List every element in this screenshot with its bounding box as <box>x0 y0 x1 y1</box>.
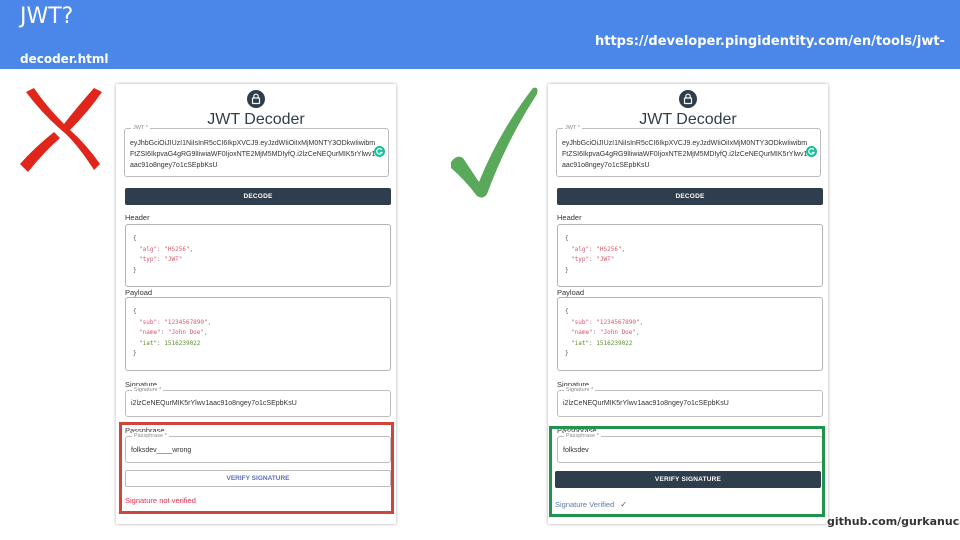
header-label: Header <box>125 213 150 222</box>
signature-legend: Signature * <box>132 386 164 394</box>
decode-button[interactable]: DECODE <box>557 188 823 205</box>
code-line: { <box>133 308 137 315</box>
code-line: "typ": "JWT" <box>139 256 183 263</box>
decode-button[interactable]: DECODE <box>125 188 391 205</box>
jwt-legend: JWT * <box>131 124 150 132</box>
code-line: "alg": "HS256", <box>139 245 194 253</box>
code-line: { <box>133 235 137 242</box>
code-line: "iat": 1516239022 <box>139 339 201 347</box>
code-line: "typ": "JWT" <box>571 256 615 263</box>
slide-subtitle: decoder.html <box>20 52 109 66</box>
code-line: } <box>133 350 137 357</box>
code-line: "name": "John Doe", <box>571 329 640 336</box>
author-credit: github.com/gurkanucar <box>827 515 960 528</box>
code-line: "alg": "HS256", <box>571 245 626 253</box>
code-line: "sub": "1234567890", <box>571 318 644 326</box>
code-line: "sub": "1234567890", <box>139 318 212 326</box>
jwt-value: eyJhbGciOiJIUzI1NiIsInR5cCI6IkpXVCJ9.eyJ… <box>562 140 808 169</box>
tool-url[interactable]: https://developer.pingidentity.com/en/to… <box>595 34 945 49</box>
signature-legend: Signature * <box>564 386 596 394</box>
payload-label: Payload <box>125 288 153 297</box>
signature-input[interactable]: Signature * i2lzCeNEQurMIK5rYlwv1aac91o8… <box>125 386 391 417</box>
grammarly-icon[interactable] <box>374 146 385 157</box>
title-banner: JWT? https://developer.pingidentity.com/… <box>0 0 960 69</box>
payload-label: Payload <box>557 288 585 297</box>
lock-icon <box>679 90 697 108</box>
success-highlight-box <box>549 426 825 517</box>
jwt-input[interactable]: JWT * eyJhbGciOiJIUzI1NiIsInR5cCI6IkpXVC… <box>124 124 389 177</box>
code-line: { <box>565 235 569 242</box>
failure-highlight-box <box>119 422 394 514</box>
code-line: "iat": 1516239022 <box>571 339 633 347</box>
code-line: } <box>565 350 569 357</box>
code-line: { <box>565 308 569 315</box>
jwt-value: eyJhbGciOiJIUzI1NiIsInR5cCI6IkpXVCJ9.eyJ… <box>130 140 376 169</box>
header-output: { "alg": "HS256", "typ": "JWT" } <box>125 224 391 287</box>
red-x-icon <box>20 88 102 172</box>
lock-icon <box>247 90 265 108</box>
slide-title: JWT? <box>20 4 74 29</box>
signature-input[interactable]: Signature * i2lzCeNEQurMIK5rYlwv1aac91o8… <box>557 386 823 417</box>
grammarly-icon[interactable] <box>806 146 817 157</box>
signature-value: i2lzCeNEQurMIK5rYlwv1aac91o8ngey7o1cSEpb… <box>563 400 729 407</box>
header-label: Header <box>557 213 582 222</box>
code-line: } <box>565 266 569 274</box>
payload-output: { "sub": "1234567890", "name": "John Doe… <box>125 297 391 371</box>
code-line: "name": "John Doe", <box>139 329 208 336</box>
jwt-input[interactable]: JWT * eyJhbGciOiJIUzI1NiIsInR5cCI6IkpXVC… <box>556 124 821 177</box>
code-line: } <box>133 266 137 274</box>
header-output: { "alg": "HS256", "typ": "JWT" } <box>557 224 823 287</box>
panel-title: JWT Decoder <box>207 111 305 128</box>
green-check-icon <box>451 87 538 198</box>
jwt-legend: JWT * <box>563 124 582 132</box>
payload-output: { "sub": "1234567890", "name": "John Doe… <box>557 297 823 371</box>
panel-title: JWT Decoder <box>639 111 737 128</box>
signature-value: i2lzCeNEQurMIK5rYlwv1aac91o8ngey7o1cSEpb… <box>131 400 297 407</box>
